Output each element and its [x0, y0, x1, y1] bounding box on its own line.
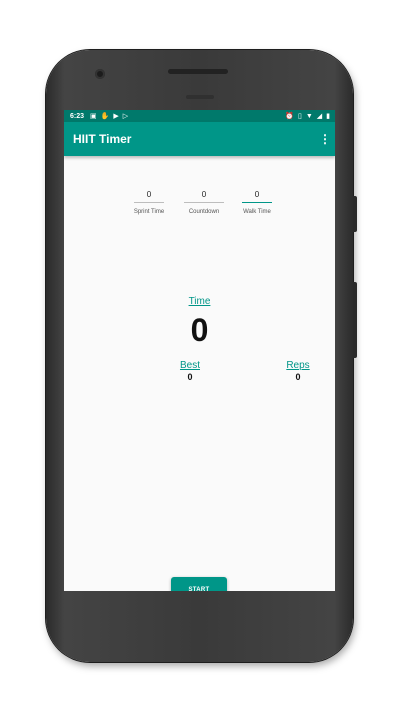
power-button: [353, 196, 357, 232]
best-label: Best: [179, 360, 200, 371]
countdown-field[interactable]: 0 Countdown: [174, 190, 234, 215]
app-bar: HIIT Timer ⋮: [64, 122, 335, 156]
sprint-time-input[interactable]: 0: [134, 190, 164, 203]
sprint-time-field[interactable]: 0 Sprint Time: [119, 190, 179, 215]
earpiece-speaker: [168, 69, 228, 74]
time-value: 0: [190, 312, 209, 348]
countdown-label: Countdown: [188, 209, 220, 215]
best-value: 0: [187, 372, 193, 382]
screen: 6:23 ▣ ✋ ▶ ▷ ⏰ ▯ ▼ ◢ ▮ HIIT Timer ⋮ 0 Sp…: [64, 110, 335, 591]
start-button[interactable]: START: [171, 577, 227, 591]
walk-time-field[interactable]: 0 Walk Time: [227, 190, 287, 215]
notification-icons: ▣ ✋ ▶ ▷: [90, 113, 128, 120]
reps-stat: Reps 0: [278, 360, 318, 382]
proximity-sensor: [186, 95, 214, 99]
walk-time-input[interactable]: 0: [242, 190, 272, 203]
status-time: 6:23: [70, 112, 85, 120]
reps-label: Reps: [286, 360, 310, 371]
walk-time-label: Walk Time: [243, 209, 271, 215]
best-stat: Best 0: [170, 360, 210, 382]
image-icon: ▣: [90, 112, 97, 120]
battery-icon: ▮: [326, 112, 330, 120]
system-icons: ⏰ ▯ ▼ ◢ ▮: [285, 113, 330, 120]
app-title: HIIT Timer: [73, 132, 132, 146]
vibrate-icon: ▯: [297, 112, 302, 120]
countdown-input[interactable]: 0: [184, 190, 224, 203]
play-icon: ▶: [113, 112, 119, 120]
hand-icon: ✋: [100, 112, 110, 120]
wifi-icon: ▼: [305, 112, 313, 120]
signal-icon: ◢: [316, 112, 323, 120]
phone-frame: 6:23 ▣ ✋ ▶ ▷ ⏰ ▯ ▼ ◢ ▮ HIIT Timer ⋮ 0 Sp…: [46, 50, 357, 662]
alarm-icon: ⏰: [285, 112, 294, 120]
volume-rocker: [353, 282, 357, 358]
reps-value: 0: [295, 372, 301, 382]
status-bar: 6:23 ▣ ✋ ▶ ▷ ⏰ ▯ ▼ ◢ ▮: [64, 110, 335, 122]
time-label: Time: [188, 296, 211, 307]
overflow-menu-icon[interactable]: ⋮: [319, 132, 331, 146]
front-camera: [95, 69, 105, 79]
play-outline-icon: ▷: [122, 112, 129, 120]
sprint-time-label: Sprint Time: [133, 209, 165, 215]
